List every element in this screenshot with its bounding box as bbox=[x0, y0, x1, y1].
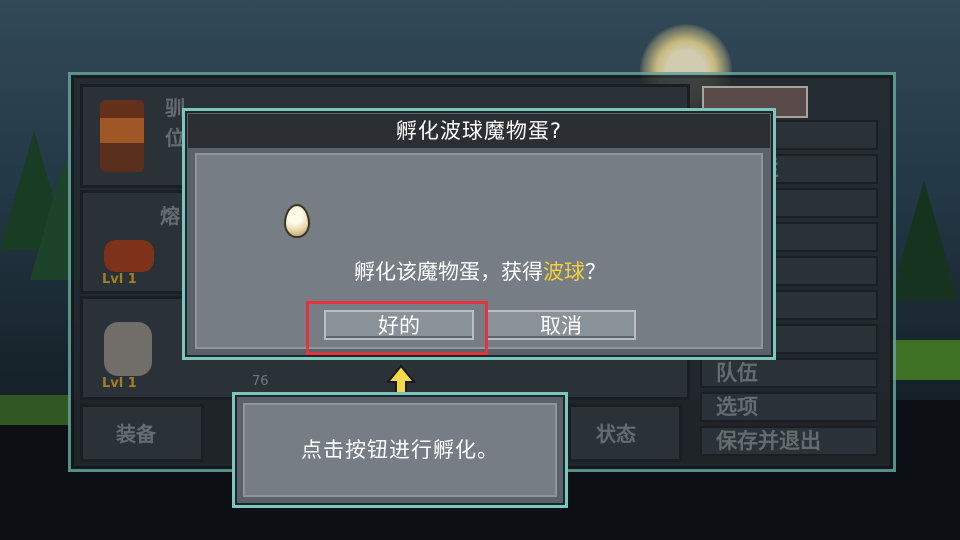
monster-name-highlight: 波球 bbox=[543, 260, 585, 284]
message-text: 孵化该魔物蛋，获得 bbox=[354, 260, 543, 284]
message-end: ？ bbox=[585, 260, 606, 284]
tutorial-highlight-box bbox=[306, 301, 488, 355]
egg-icon bbox=[284, 204, 310, 238]
dialog-message: 孵化该魔物蛋，获得波球？ bbox=[186, 256, 774, 286]
cancel-button[interactable]: 取消 bbox=[486, 310, 636, 340]
tooltip-text: 点击按钮进行孵化。 bbox=[301, 438, 499, 462]
dialog-title: 孵化波球魔物蛋? bbox=[188, 114, 770, 148]
